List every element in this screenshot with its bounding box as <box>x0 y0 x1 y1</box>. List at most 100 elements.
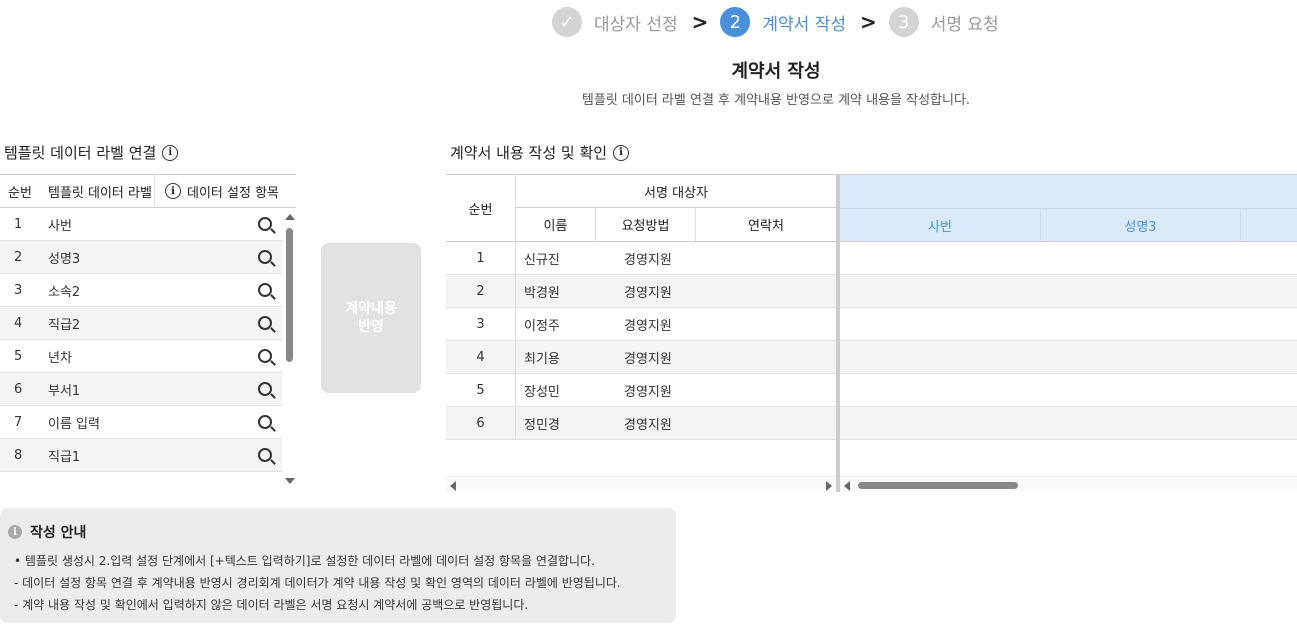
table-row[interactable]: 1 사번 <box>0 208 282 241</box>
row-label: 부서1 <box>48 383 81 399</box>
search-icon[interactable] <box>258 316 272 330</box>
info-icon[interactable]: i <box>162 144 179 161</box>
table-row[interactable]: 6 부서1 <box>0 373 282 406</box>
scroll-left-icon[interactable] <box>844 481 850 491</box>
step-2-label: 계약서 작성 <box>762 14 846 35</box>
apply-button-line1: 계약내용 <box>345 301 397 317</box>
step-1-label: 대상자 선정 <box>594 14 678 35</box>
header-no: 순번 <box>446 175 516 241</box>
row-label: 직급2 <box>48 317 81 333</box>
data-row[interactable] <box>840 374 1297 407</box>
row-label: 소속2 <box>48 284 81 300</box>
table-row[interactable]: 1 신규진 경영지원 <box>446 242 836 275</box>
data-item-cell <box>155 316 282 330</box>
scroll-left-icon[interactable] <box>450 481 456 491</box>
chevron-right-icon: > <box>859 10 877 34</box>
vertical-scrollbar[interactable] <box>284 214 295 484</box>
info-icon[interactable]: i <box>165 183 181 199</box>
row-name: 최기용 <box>524 351 560 367</box>
search-icon[interactable] <box>258 448 272 462</box>
data-item-cell <box>155 415 282 429</box>
header-item: i 데이터 설정 항목 <box>155 175 296 207</box>
data-row[interactable] <box>840 407 1297 440</box>
scroll-up-icon[interactable] <box>285 214 295 220</box>
step-3: 3 서명 요청 <box>888 7 999 37</box>
contract-table-fixed: 순번 서명 대상자 이름 요청방법 연락처 1 신규진 경영지원 2 박경원 경영지원 3 이… <box>446 174 836 492</box>
row-no: 6 <box>14 381 23 397</box>
row-name: 이정주 <box>524 318 560 334</box>
contract-table-header: 순번 서명 대상자 이름 요청방법 연락처 <box>446 174 836 242</box>
header-signer-group: 서명 대상자 <box>516 175 836 208</box>
label-table: 순번 템플릿 데이터 라벨 i 데이터 설정 항목 1 사번 2 성명3 3 소속2 4 직급… <box>0 174 296 486</box>
row-method: 경영지원 <box>624 285 672 301</box>
data-item-cell <box>155 448 282 462</box>
row-name: 신규진 <box>524 252 560 268</box>
horizontal-scrollbar-right[interactable] <box>840 476 1297 492</box>
label-table-header: 순번 템플릿 데이터 라벨 i 데이터 설정 항목 <box>0 174 296 208</box>
row-name: 장성민 <box>524 384 560 400</box>
search-icon[interactable] <box>258 250 272 264</box>
label-table-body: 1 사번 2 성명3 3 소속2 4 직급2 5 년차 6 부서1 7 이름 입력 8 직급1 <box>0 208 296 472</box>
table-row[interactable]: 8 직급1 <box>0 439 282 472</box>
info-icon[interactable]: i <box>613 144 630 161</box>
scroll-right-icon[interactable] <box>826 481 832 491</box>
step-3-label: 서명 요청 <box>930 14 999 35</box>
table-row[interactable]: 5 장성민 경영지원 <box>446 374 836 407</box>
header-no: 순번 <box>8 185 32 201</box>
search-icon[interactable] <box>258 415 272 429</box>
scroll-down-icon[interactable] <box>285 478 295 484</box>
row-name: 박경원 <box>524 285 560 301</box>
search-icon[interactable] <box>258 349 272 363</box>
header-label: 템플릿 데이터 라벨 <box>40 175 155 207</box>
data-row[interactable] <box>840 341 1297 374</box>
table-row[interactable]: 5 년차 <box>0 340 282 373</box>
search-icon[interactable] <box>258 283 272 297</box>
row-no: 3 <box>446 308 516 340</box>
scroll-thumb[interactable] <box>286 228 293 362</box>
step-2: 2 계약서 작성 <box>720 7 846 37</box>
table-row[interactable]: 4 직급2 <box>0 307 282 340</box>
row-no: 6 <box>446 407 516 439</box>
header-name: 이름 <box>516 208 596 241</box>
table-row[interactable]: 3 소속2 <box>0 274 282 307</box>
table-row[interactable]: 3 이정주 경영지원 <box>446 308 836 341</box>
data-row[interactable] <box>840 242 1297 275</box>
guide-line-1: • 템플릿 생성시 2.입력 설정 단계에서 [+텍스트 입력하기]로 설정한 … <box>14 554 595 568</box>
header-data-col-1: 사번 <box>928 220 952 235</box>
row-label: 직급1 <box>48 449 81 465</box>
apply-contract-button[interactable]: 계약내용 반영 <box>321 243 421 393</box>
data-label-header: 사번 성명3 <box>840 174 1297 242</box>
table-row[interactable]: 7 이름 입력 <box>0 406 282 439</box>
table-row[interactable]: 2 박경원 경영지원 <box>446 275 836 308</box>
horizontal-scrollbar-left[interactable] <box>446 476 836 492</box>
row-method: 경영지원 <box>624 351 672 367</box>
row-method: 경영지원 <box>624 318 672 334</box>
data-row[interactable] <box>840 308 1297 341</box>
row-method: 경영지원 <box>624 384 672 400</box>
guide-title: i 작성 안내 <box>8 522 668 542</box>
table-row[interactable]: 4 최기용 경영지원 <box>446 341 836 374</box>
row-no: 1 <box>446 242 516 274</box>
table-row[interactable]: 2 성명3 <box>0 241 282 274</box>
row-label: 년차 <box>48 350 72 366</box>
row-no: 3 <box>14 282 23 298</box>
header-data-col-3 <box>1240 209 1297 242</box>
data-item-cell <box>155 382 282 396</box>
table-row[interactable]: 6 정민경 경영지원 <box>446 407 836 440</box>
right-section-title-text: 계약서 내용 작성 및 확인 <box>450 144 608 162</box>
data-row[interactable] <box>840 275 1297 308</box>
row-no: 7 <box>14 414 23 430</box>
data-label-body <box>840 242 1297 440</box>
page-subtitle: 템플릿 데이터 라벨 연결 후 계약내용 반영으로 계약 내용을 작성합니다. <box>581 93 971 108</box>
data-item-cell <box>155 217 282 231</box>
row-label: 사번 <box>48 218 72 234</box>
contract-table-data: 사번 성명3 <box>840 174 1297 492</box>
right-section-title: 계약서 내용 작성 및 확인 i <box>450 142 630 163</box>
guide-title-text: 작성 안내 <box>30 525 87 541</box>
scroll-thumb[interactable] <box>858 482 1018 489</box>
contract-table: 순번 서명 대상자 이름 요청방법 연락처 1 신규진 경영지원 2 박경원 경영지원 3 이… <box>446 174 1297 494</box>
data-item-cell <box>155 283 282 297</box>
search-icon[interactable] <box>258 217 272 231</box>
search-icon[interactable] <box>258 382 272 396</box>
contract-table-body: 1 신규진 경영지원 2 박경원 경영지원 3 이정주 경영지원 4 최기용 경영지원 5 장성민 경영지원… <box>446 242 836 440</box>
